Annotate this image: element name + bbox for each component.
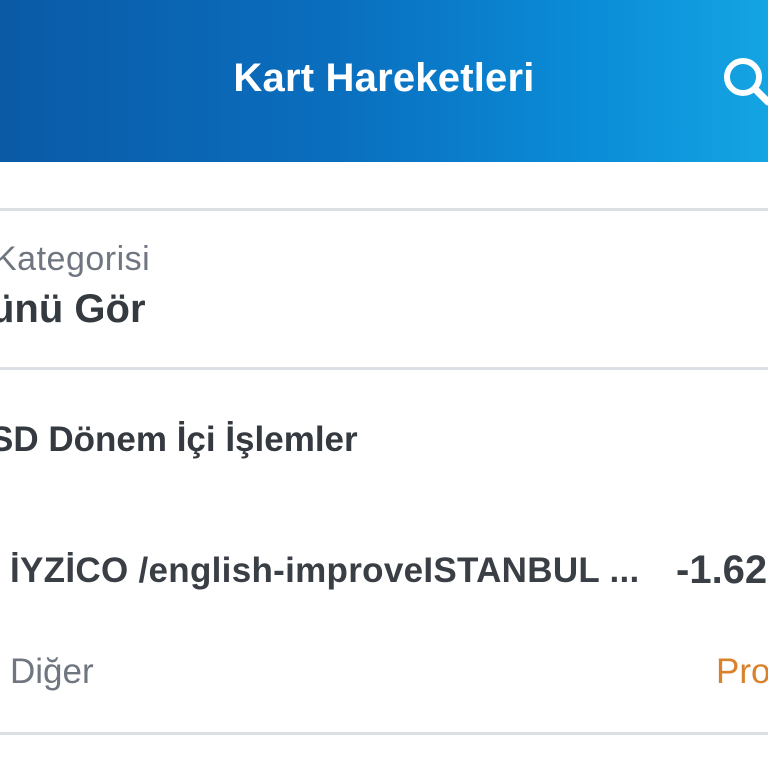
category-filter-label: Kategorisi bbox=[0, 240, 151, 278]
divider bbox=[0, 367, 768, 370]
page-title: Kart Hareketleri bbox=[233, 56, 535, 100]
transaction-merchant: İYZİCO /english-improveISTANBUL ... bbox=[10, 551, 640, 590]
divider bbox=[0, 732, 768, 735]
search-icon[interactable] bbox=[718, 52, 768, 112]
app-header: Kart Hareketleri bbox=[0, 0, 768, 162]
transaction-category: Diğer bbox=[10, 652, 94, 691]
transaction-status: Pro bbox=[716, 652, 768, 691]
section-title: SD Dönem İçi İşlemler bbox=[0, 420, 358, 459]
screen: Kart Hareketleri Kategorisi ünü Gör SD D… bbox=[0, 0, 768, 768]
category-filter-value: ünü Gör bbox=[0, 287, 146, 331]
divider bbox=[0, 208, 768, 211]
transaction-amount: -1.62 bbox=[676, 548, 768, 592]
